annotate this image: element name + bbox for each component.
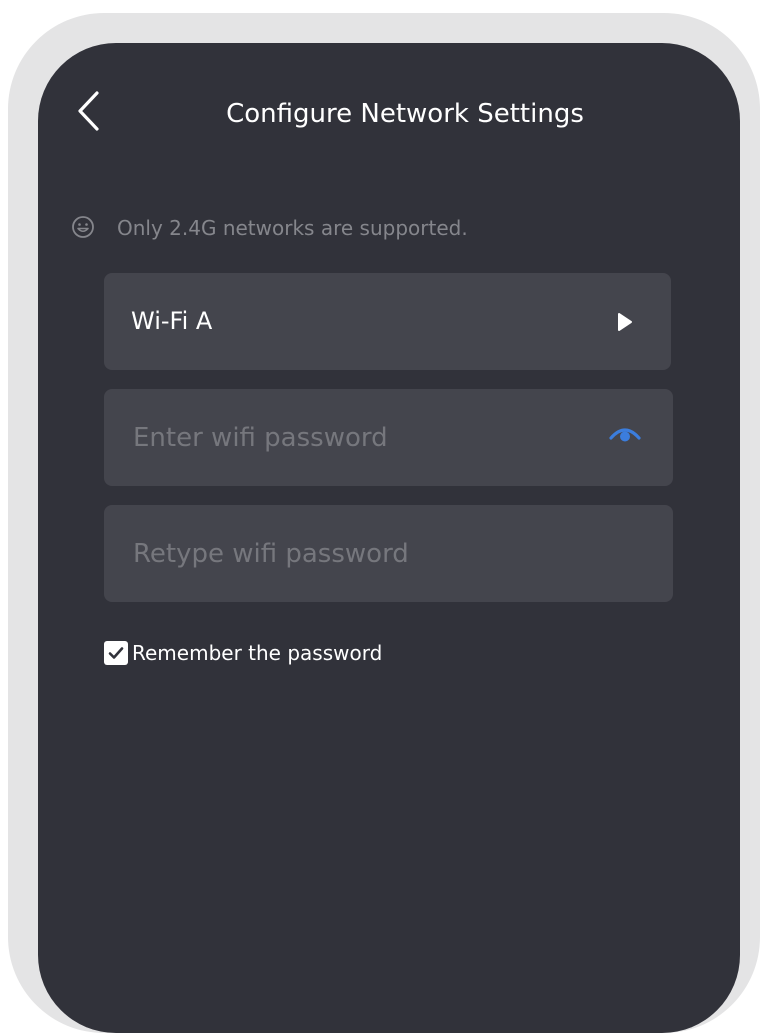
password-field-container bbox=[104, 389, 673, 486]
chevron-left-icon bbox=[78, 91, 99, 131]
remember-password-label: Remember the password bbox=[132, 641, 383, 665]
smiley-icon bbox=[72, 216, 94, 238]
retype-password-field-container bbox=[104, 505, 673, 602]
toggle-password-visibility-button[interactable] bbox=[609, 423, 641, 445]
back-button[interactable] bbox=[68, 88, 108, 134]
remember-password-option[interactable]: Remember the password bbox=[104, 640, 382, 666]
network-selector[interactable]: Wi-Fi A bbox=[104, 273, 671, 370]
retype-password-input[interactable] bbox=[104, 505, 673, 602]
remember-password-checkbox[interactable] bbox=[104, 641, 128, 665]
password-input[interactable] bbox=[104, 389, 673, 486]
network-support-notice: Only 2.4G networks are supported. bbox=[117, 216, 468, 240]
play-arrow-icon bbox=[618, 313, 632, 331]
selected-network-name: Wi-Fi A bbox=[131, 307, 213, 335]
checkmark-icon bbox=[108, 647, 124, 659]
eye-icon bbox=[609, 428, 641, 442]
page-title: Configure Network Settings bbox=[226, 99, 584, 129]
